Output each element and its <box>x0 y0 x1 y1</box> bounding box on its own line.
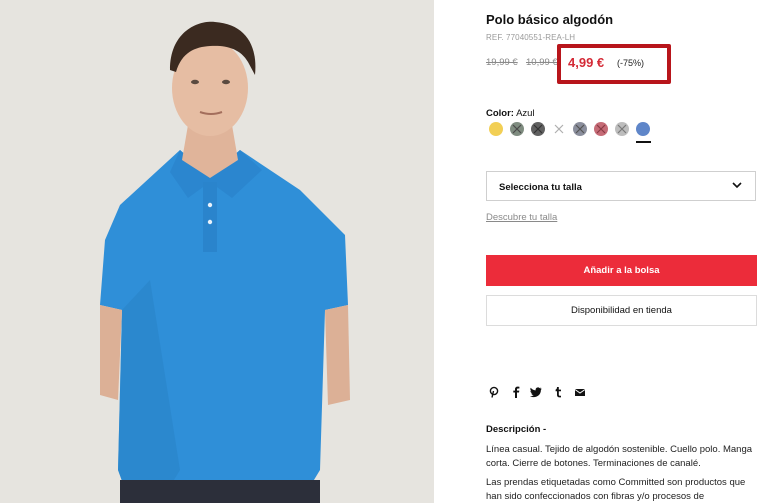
unavailable-cross-icon <box>596 124 606 134</box>
size-select[interactable]: Selecciona tu talla <box>486 171 756 201</box>
discount-badge: (-75%) <box>617 58 645 68</box>
selected-swatch-indicator <box>636 141 651 143</box>
swatch-blue[interactable] <box>636 122 650 136</box>
unavailable-cross-icon <box>575 124 585 134</box>
swatch-slate[interactable] <box>573 122 587 136</box>
color-label-key: Color: <box>486 108 514 119</box>
product-title: Polo básico algodón <box>486 12 614 27</box>
original-price: 19,99 € <box>486 57 518 68</box>
product-image[interactable] <box>0 0 434 503</box>
pinterest-icon[interactable] <box>488 386 500 398</box>
swatch-green-grey[interactable] <box>510 122 524 136</box>
description-heading[interactable]: Descripción - <box>486 424 546 435</box>
description-title: Descripción <box>486 424 541 435</box>
unavailable-cross-icon <box>533 124 543 134</box>
color-value: Azul <box>516 108 535 119</box>
current-price: 4,99 € <box>568 55 605 70</box>
size-select-label: Selecciona tu talla <box>499 182 582 193</box>
tumblr-icon[interactable] <box>552 386 564 398</box>
size-guide-link[interactable]: Descubre tu talla <box>486 212 557 223</box>
store-availability-button[interactable]: Disponibilidad en tienda <box>486 295 757 326</box>
twitter-icon[interactable] <box>530 386 542 398</box>
color-label: Color: Azul <box>486 108 535 119</box>
swatch-dark-grey[interactable] <box>531 122 545 136</box>
email-icon[interactable] <box>574 386 586 398</box>
swatch-light-grey[interactable] <box>615 122 629 136</box>
product-reference: REF. 77040551-REA-LH <box>486 33 576 42</box>
collapse-dash-icon: - <box>543 424 547 435</box>
chevron-down-icon <box>732 182 742 189</box>
facebook-icon[interactable] <box>510 386 522 398</box>
swatch-pink[interactable] <box>594 122 608 136</box>
previous-price: 10,99 € <box>526 57 558 68</box>
description-text-committed: Las prendas etiquetadas como Committed s… <box>486 477 746 502</box>
swatch-yellow[interactable] <box>489 122 503 136</box>
swatch-white[interactable] <box>552 122 566 136</box>
description-text: Línea casual. Tejido de algodón sostenib… <box>486 444 753 469</box>
unavailable-cross-icon <box>554 124 564 134</box>
add-to-bag-button[interactable]: Añadir a la bolsa <box>486 255 757 286</box>
unavailable-cross-icon <box>512 124 522 134</box>
unavailable-cross-icon <box>617 124 627 134</box>
